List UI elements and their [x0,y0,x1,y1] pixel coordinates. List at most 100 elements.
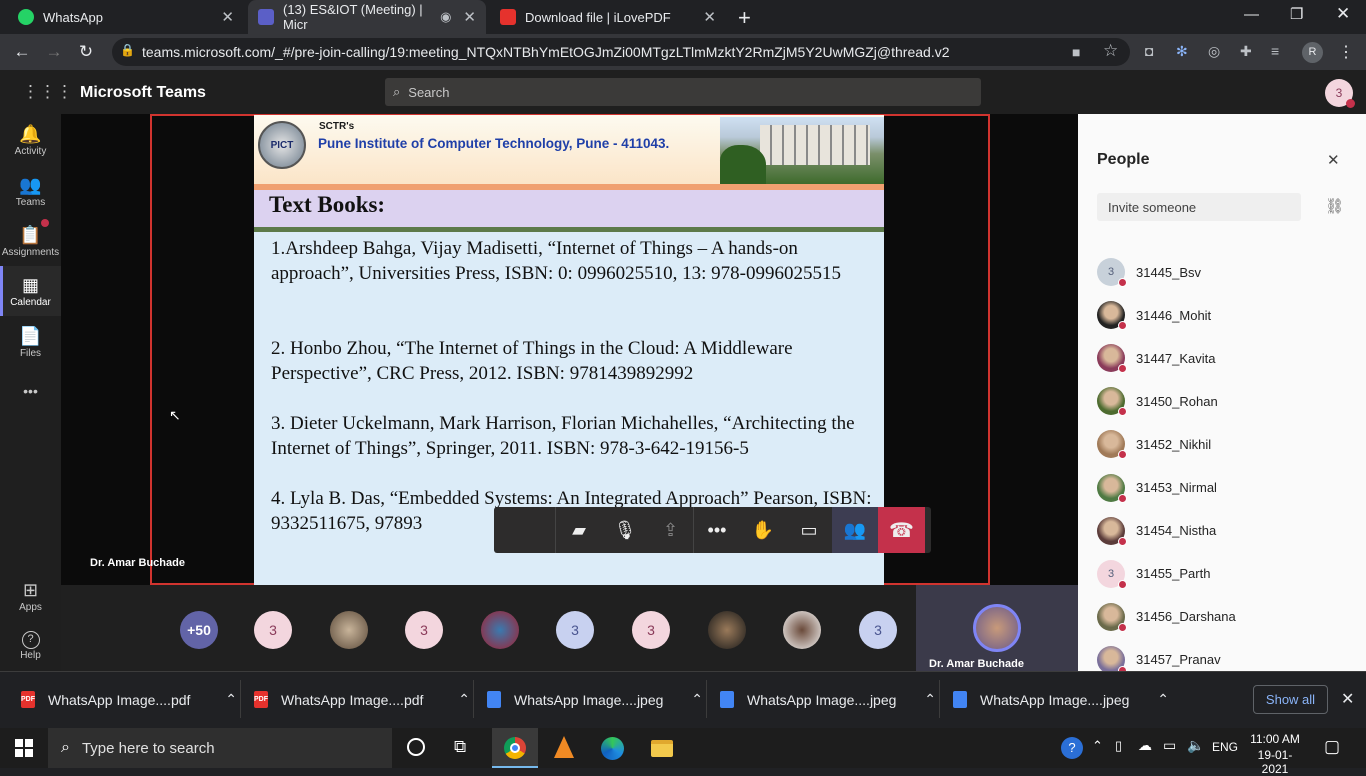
close-tab-icon[interactable]: ✕ [703,8,716,26]
participant-avatar[interactable] [481,611,519,649]
media-control-icon[interactable]: ≡ [1271,43,1279,59]
address-bar[interactable]: 🔒 teams.microsoft.com/_#/pre-join-callin… [112,38,1130,66]
chevron-up-icon[interactable]: ⌃ [924,691,936,708]
participant-avatar[interactable]: 3 [405,611,443,649]
download-separator [473,680,474,718]
rail-activity[interactable]: 🔔 Activity [0,122,61,170]
tray-icon[interactable]: ▯ [1115,738,1122,754]
volume-icon[interactable]: 🔈 [1187,737,1204,754]
vlc-icon[interactable] [554,736,574,758]
language-indicator[interactable]: ENG [1212,740,1238,754]
profile-avatar[interactable]: R [1302,42,1323,63]
download-item[interactable]: WhatsApp Image....jpeg ⌃ [487,671,703,728]
forward-arrow-icon[interactable]: → [38,42,70,62]
participant-avatar[interactable]: 3 [859,611,897,649]
taskbar-search[interactable]: ⌕ Type here to search [48,728,392,768]
participant-row[interactable]: 31454_Nistha🎙 [1097,510,1347,552]
more-actions-button[interactable]: ••• [694,507,740,553]
participant-row[interactable]: 31452_Nikhil🎙 [1097,423,1347,465]
participant-avatar[interactable]: 3 [556,611,594,649]
rail-apps[interactable]: ⊞ Apps [0,578,61,626]
download-item[interactable]: PDF WhatsApp Image....pdf ⌃ [254,671,470,728]
participant-avatar[interactable] [783,611,821,649]
user-avatar[interactable]: 3 [1325,79,1355,108]
restore-button[interactable]: ❐ [1290,5,1303,23]
task-view-icon[interactable]: ⧉ [454,737,466,757]
cortana-icon[interactable] [407,738,425,756]
rail-files[interactable]: 📄 Files [0,324,61,372]
notification-dot [41,219,49,227]
mic-off-button[interactable]: 🎙 [602,507,648,553]
reload-icon[interactable]: ↻ [70,42,102,62]
network-icon[interactable]: ▭ [1163,737,1176,754]
close-downloads-icon[interactable]: ✕ [1341,689,1354,709]
show-hidden-icons[interactable]: ⌃ [1092,738,1103,754]
clock-time[interactable]: 11:00 AM [1249,732,1301,746]
notification-center-icon[interactable]: ▢ [1324,737,1340,757]
onedrive-icon[interactable]: ☁ [1138,737,1152,754]
chevron-up-icon[interactable]: ⌃ [458,691,470,708]
close-tab-icon[interactable]: ✕ [221,8,234,26]
participant-row[interactable]: 31447_Kavita🎙 [1097,337,1347,379]
minimize-button[interactable]: — [1244,6,1259,23]
rail-assignments[interactable]: 📋 Assignments [0,219,61,271]
participant-row[interactable]: 31457_Pranav🎙 [1097,639,1347,671]
camera-blocked-icon[interactable]: ■ [1072,44,1080,60]
participant-row[interactable]: 331455_Parth🎙 [1097,553,1347,595]
participant-row[interactable]: 331445_Bsv🎙 [1097,251,1347,293]
new-tab-button[interactable]: + [738,5,751,31]
participant-row[interactable]: 31450_Rohan🎙 [1097,380,1347,422]
share-link-icon[interactable]: ⛓ [1325,197,1344,215]
extensions-puzzle-icon[interactable]: ✚ [1240,43,1252,60]
chat-button[interactable]: ▭ [786,507,832,553]
rail-more-apps[interactable]: ••• [0,383,61,431]
participant-avatar[interactable]: 3 [632,611,670,649]
calendar-icon: ▦ [21,275,39,295]
chevron-up-icon[interactable]: ⌃ [1157,691,1169,708]
tab-whatsapp[interactable]: WhatsApp ✕ [8,0,244,34]
participant-name: 31446_Mohit [1136,307,1212,323]
rail-teams[interactable]: 👥 Teams [0,173,61,221]
participant-row[interactable]: 31456_Darshana🎙 [1097,596,1347,638]
participant-row[interactable]: 31453_Nirmal🎙 [1097,467,1347,509]
help-tray-icon[interactable]: ? [1061,737,1083,759]
participant-avatar[interactable]: 3 [254,611,292,649]
taskbar-chrome[interactable] [492,728,538,768]
participant-row[interactable]: 31446_Mohit🎙 [1097,294,1347,336]
rail-calendar[interactable]: ▦ Calendar [0,273,61,321]
react-extension-icon[interactable]: ✻ [1176,43,1188,60]
close-panel-icon[interactable]: ✕ [1327,151,1340,169]
windows-start-icon[interactable] [15,739,33,757]
download-item[interactable]: WhatsApp Image....jpeg ⌃ [953,671,1169,728]
file-explorer-icon[interactable] [651,740,673,757]
search-box[interactable]: ⌕ Search [385,78,981,106]
show-all-downloads[interactable]: Show all [1253,685,1328,714]
chevron-up-icon[interactable]: ⌃ [691,691,703,708]
invite-input[interactable]: Invite someone [1097,193,1301,221]
bookmark-star-icon[interactable]: ☆ [1103,41,1118,61]
edge-icon[interactable] [601,737,624,760]
tab-teams-meeting[interactable]: (13) ES&IOT (Meeting) | Micr ◉ ✕ [248,0,486,34]
back-arrow-icon[interactable]: ← [6,42,38,62]
screenshot-extension-icon[interactable]: ◘ [1145,43,1153,59]
clock-date[interactable]: 19-01-2021 [1247,748,1303,776]
app-launcher-icon[interactable]: ⋮⋮⋮ [22,82,73,102]
download-item[interactable]: PDF WhatsApp Image....pdf ⌃ [21,671,237,728]
hang-up-button[interactable]: ☎ [878,507,925,553]
browser-menu-icon[interactable]: ⋮ [1338,42,1354,62]
participant-avatar[interactable] [330,611,368,649]
close-window-button[interactable]: ✕ [1336,4,1350,24]
raise-hand-button[interactable]: ✋ [740,507,786,553]
record-extension-icon[interactable]: ◎ [1208,43,1220,60]
participants-button[interactable]: 👥 [832,507,878,553]
chevron-up-icon[interactable]: ⌃ [225,691,237,708]
rail-help[interactable]: ? Help [0,629,61,677]
close-tab-icon[interactable]: ✕ [463,8,476,26]
participant-avatar[interactable] [708,611,746,649]
building-shape [760,125,870,165]
overflow-participants[interactable]: +50 [180,611,218,649]
camera-off-button[interactable]: ▰ [556,507,602,553]
download-item[interactable]: WhatsApp Image....jpeg ⌃ [720,671,936,728]
share-button[interactable]: ⇪ [648,507,694,553]
tab-ilovepdf[interactable]: Download file | iLovePDF ✕ [490,0,726,34]
